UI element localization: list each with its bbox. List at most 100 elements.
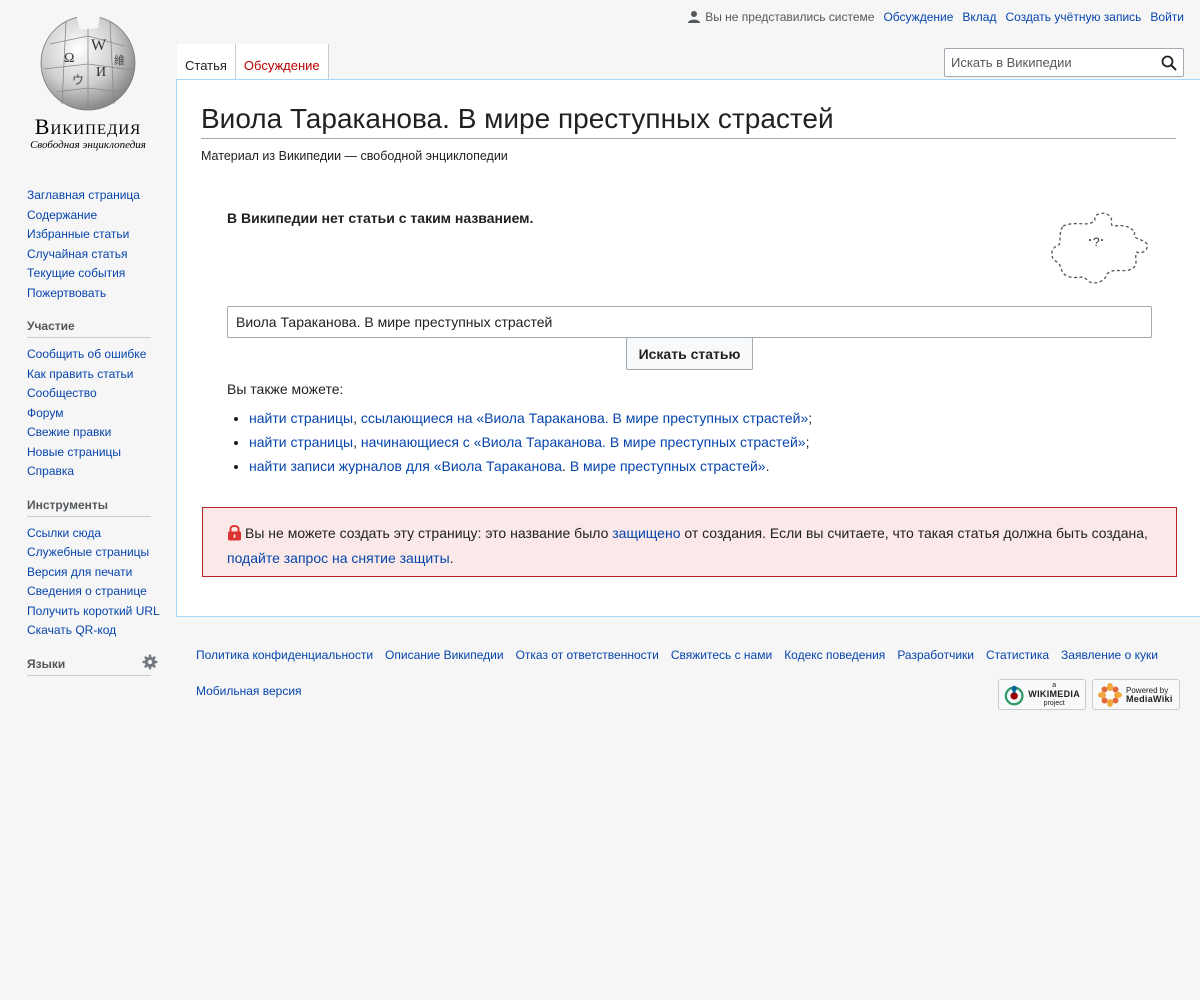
list-end: ;: [805, 434, 810, 450]
tools-heading: Инструменты: [27, 498, 151, 517]
list-end: ;: [808, 410, 813, 426]
search-article-button[interactable]: Искать статью: [626, 337, 753, 370]
what-links-here-link[interactable]: ссылающиеся на «Виола Тараканова. В мире…: [361, 410, 808, 426]
tools-portal: Инструменты Ссылки сюда Служебные страни…: [27, 498, 177, 641]
sidebar-item-what-links-here[interactable]: Ссылки сюда: [27, 526, 101, 540]
sidebar-item-contents[interactable]: Содержание: [27, 208, 97, 222]
main-content: Виола Тараканова. В мире преступных стра…: [176, 79, 1200, 617]
find-pages-link[interactable]: найти страницы: [249, 410, 353, 426]
participate-portal: Участие Сообщить об ошибке Как править с…: [27, 319, 177, 482]
svg-text:ウ: ウ: [72, 73, 84, 87]
svg-text:Ω: Ω: [64, 51, 74, 66]
list-separator: ,: [353, 434, 361, 450]
sidebar-item-how-to-edit[interactable]: Как править статьи: [27, 367, 133, 381]
sidebar-item-report-error[interactable]: Сообщить об ошибке: [27, 347, 146, 361]
log-entries-link[interactable]: найти записи журналов для «Виола Таракан…: [249, 458, 562, 474]
search-input[interactable]: [945, 55, 1155, 70]
wikimedia-icon: [1004, 685, 1024, 705]
mediawiki-flower-icon: [1098, 682, 1122, 707]
personal-tools: Вы не представились системе Обсуждение В…: [687, 10, 1184, 24]
mobile-view-link[interactable]: Мобильная версия: [196, 684, 302, 698]
contributions-link[interactable]: Вклад: [962, 10, 996, 24]
footer-stats-link[interactable]: Статистика: [986, 648, 1049, 662]
anon-user: Вы не представились системе: [687, 10, 874, 24]
search-form: [944, 48, 1184, 77]
list-end: .: [765, 458, 770, 474]
footer-privacy-link[interactable]: Политика конфиденциальности: [196, 648, 373, 662]
sidebar-item-current-events[interactable]: Текущие события: [27, 266, 125, 280]
user-icon: [687, 10, 701, 24]
svg-text:?: ?: [1093, 235, 1100, 249]
log-entries-link-2[interactable]: В мире преступных страстей»: [570, 458, 766, 474]
page-title: Виола Тараканова. В мире преступных стра…: [201, 102, 1176, 139]
footer-cookie-link[interactable]: Заявление о куки: [1061, 648, 1158, 662]
list-separator: ,: [353, 410, 361, 426]
footer-links: Политика конфиденциальности Описание Вик…: [196, 648, 1158, 662]
footer-code-of-conduct-link[interactable]: Кодекс поведения: [784, 648, 885, 662]
svg-text:W: W: [91, 37, 107, 54]
sidebar-item-page-info[interactable]: Сведения о странице: [27, 584, 147, 598]
site-subtitle: Материал из Википедии — свободной энцикл…: [201, 148, 508, 163]
lock-icon: [227, 524, 242, 547]
sidebar-item-special-pages[interactable]: Служебные страницы: [27, 545, 149, 559]
page-tabs: Статья Обсуждение: [177, 44, 329, 80]
talk-link[interactable]: Обсуждение: [883, 10, 953, 24]
suggestion-list: найти страницы, ссылающиеся на «Виола Та…: [227, 406, 812, 478]
find-pages-link[interactable]: найти страницы: [249, 434, 353, 450]
search-icon: [1161, 55, 1177, 71]
sidebar-item-printable[interactable]: Версия для печати: [27, 565, 132, 579]
sidebar-item-qr-code[interactable]: Скачать QR-код: [27, 623, 116, 637]
logo-tagline: Свободная энциклопедия: [30, 139, 146, 151]
list-item: найти страницы, ссылающиеся на «Виола Та…: [249, 406, 812, 430]
create-account-link[interactable]: Создать учётную запись: [1005, 10, 1141, 24]
anon-text: Вы не представились системе: [705, 10, 875, 24]
footer-disclaimer-link[interactable]: Отказ от ответственности: [516, 648, 659, 662]
svg-text:И: И: [96, 65, 106, 80]
sidebar-item-featured[interactable]: Избранные статьи: [27, 227, 129, 241]
sidebar-item-new-pages[interactable]: Новые страницы: [27, 445, 121, 459]
protect-text-1: Вы не можете создать эту страницу: это н…: [245, 525, 613, 541]
unprotect-request-link[interactable]: подайте запрос на снятие защиты: [227, 550, 450, 566]
participate-heading: Участие: [27, 319, 151, 338]
list-item: найти страницы, начинающиеся с «Виола Та…: [249, 430, 812, 454]
protect-text-3: .: [449, 550, 454, 566]
footer-contact-link[interactable]: Свяжитесь с нами: [671, 648, 772, 662]
powered-by-mediawiki-badge[interactable]: Powered by MediaWiki: [1092, 679, 1180, 710]
wikimedia-badge-bottom: project: [1043, 700, 1065, 707]
login-link[interactable]: Войти: [1150, 10, 1184, 24]
sidebar-item-community[interactable]: Сообщество: [27, 386, 97, 400]
article-search-input[interactable]: [227, 306, 1152, 338]
sidebar-item-random[interactable]: Случайная статья: [27, 247, 127, 261]
footer-about-link[interactable]: Описание Википедии: [385, 648, 504, 662]
sidebar-item-help[interactable]: Справка: [27, 464, 74, 478]
footer-mobile: Мобильная версия: [196, 684, 302, 698]
protection-notice: Вы не можете создать эту страницу: это н…: [202, 507, 1177, 577]
protected-link[interactable]: защищено: [612, 525, 680, 541]
languages-heading: Языки: [27, 657, 151, 676]
protect-text-2: от создания. Если вы считаете, что такая…: [680, 525, 1148, 541]
svg-text:維: 維: [114, 54, 125, 67]
tab-article[interactable]: Статья: [177, 44, 236, 80]
wikipedia-logo[interactable]: W Ω И ウ 維 Википедия Свободная энциклопед…: [0, 0, 176, 160]
languages-portal: Языки: [27, 654, 177, 676]
gear-icon[interactable]: [142, 654, 158, 673]
footer-icons: a WIKIMEDIA project Powered by MediaWiki: [998, 679, 1180, 710]
puzzle-globe-icon: W Ω И ウ 維: [40, 14, 136, 111]
sidebar: Заглавная страница Содержание Избранные …: [27, 186, 177, 676]
sidebar-item-donate[interactable]: Пожертвовать: [27, 286, 106, 300]
sidebar-item-forum[interactable]: Форум: [27, 406, 63, 420]
missing-puzzle-icon: ?: [1051, 212, 1148, 284]
mediawiki-badge-main: MediaWiki: [1126, 693, 1173, 704]
search-button[interactable]: [1155, 55, 1183, 71]
sidebar-item-recent-changes[interactable]: Свежие правки: [27, 425, 111, 439]
list-item: найти записи журналов для «Виола Таракан…: [249, 454, 812, 478]
sidebar-item-short-url[interactable]: Получить короткий URL: [27, 604, 160, 618]
prefix-index-link[interactable]: начинающиеся с «Виола Тараканова. В мире…: [361, 434, 806, 450]
logo-wordmark: Википедия: [34, 114, 142, 139]
also-can-label: Вы также можете:: [227, 381, 344, 397]
sidebar-item-main-page[interactable]: Заглавная страница: [27, 188, 140, 202]
footer-developers-link[interactable]: Разработчики: [897, 648, 974, 662]
list-separator: .: [562, 458, 570, 474]
wikimedia-project-badge[interactable]: a WIKIMEDIA project: [998, 679, 1086, 710]
tab-talk[interactable]: Обсуждение: [235, 44, 329, 80]
